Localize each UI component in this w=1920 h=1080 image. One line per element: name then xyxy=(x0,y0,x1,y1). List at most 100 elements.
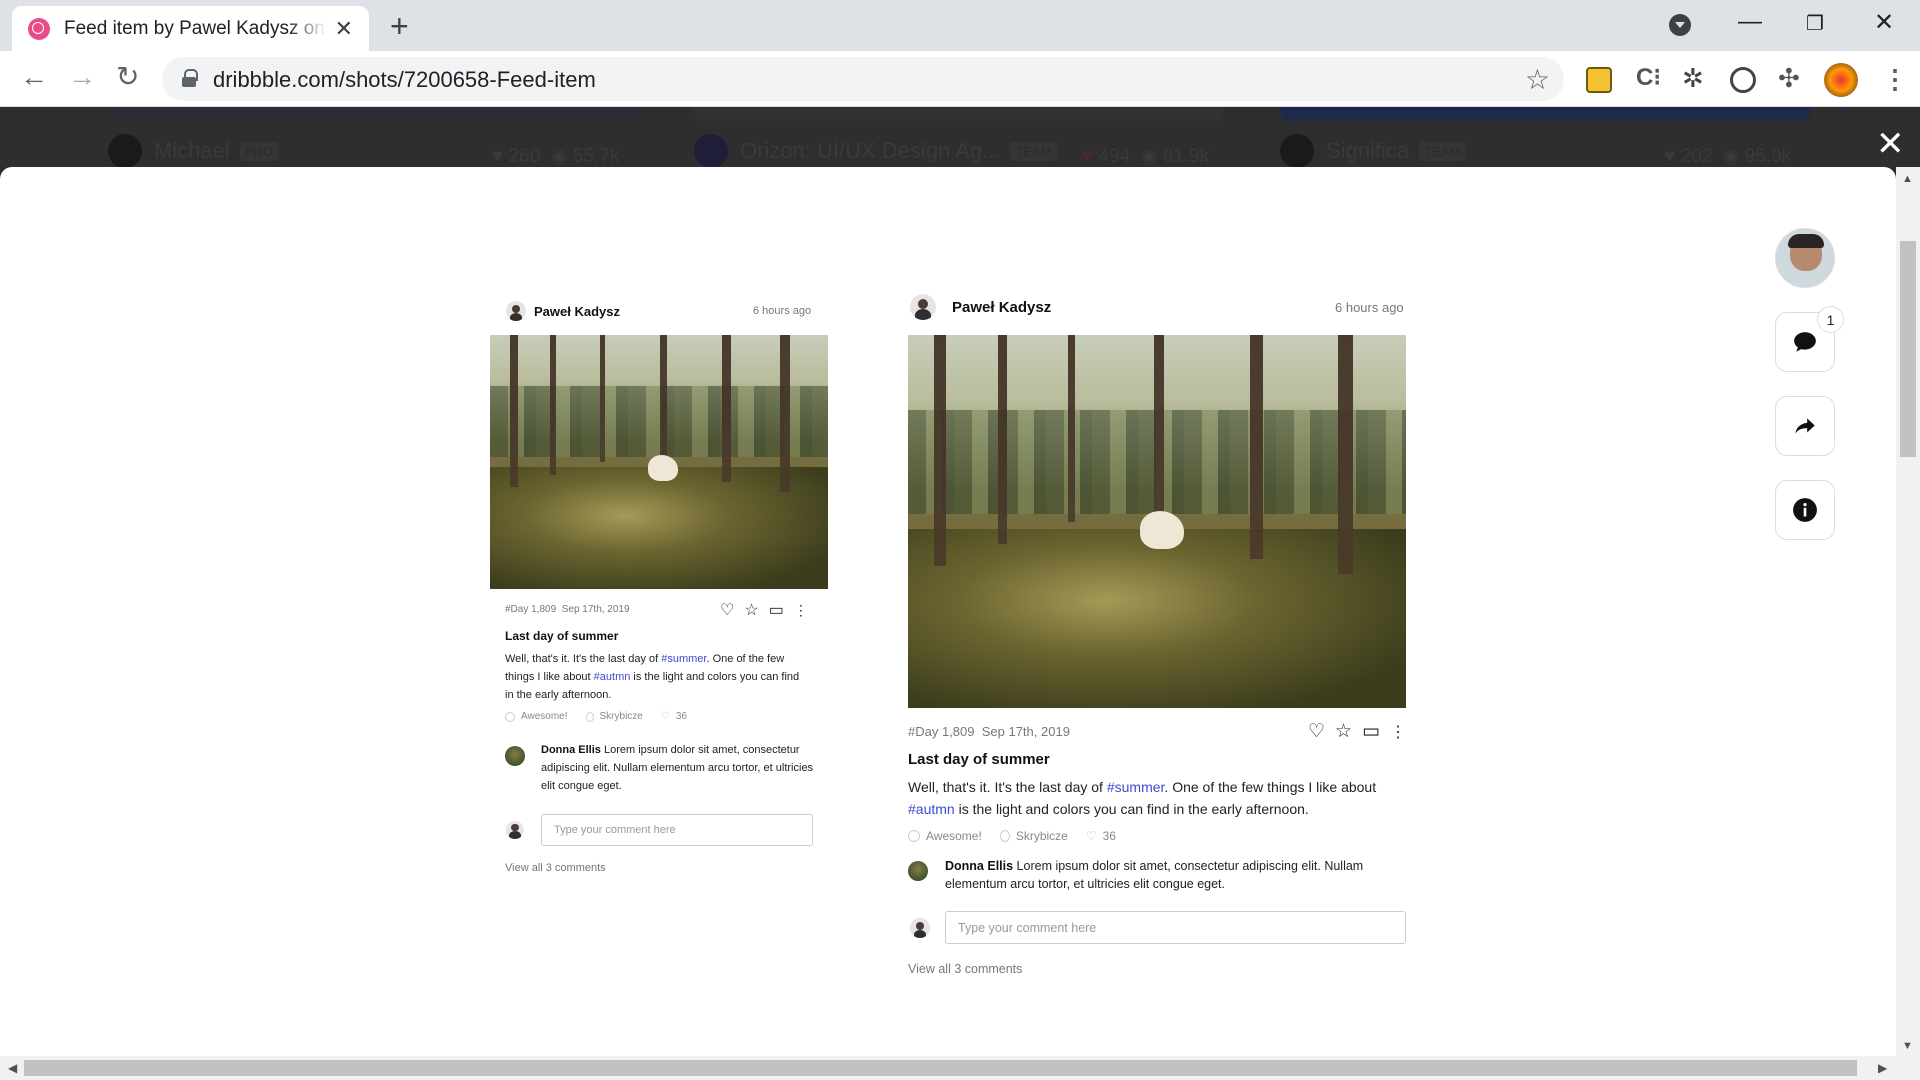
post-stats: Awesome! Skrybicze ♡ 36 xyxy=(908,829,1134,843)
extensions-puzzle-icon[interactable]: ✣ xyxy=(1778,63,1804,93)
post-stats: Awesome! Skrybicze ♡ 36 xyxy=(505,711,705,722)
browser-toolbar: ← → ↻ dribbble.com/shots/7200658-Feed-it… xyxy=(0,51,1920,107)
share-arrow-icon xyxy=(1795,418,1815,434)
bookmark-star-icon[interactable]: ☆ xyxy=(1525,63,1550,96)
commenter-avatar xyxy=(505,746,525,766)
post-time: 6 hours ago xyxy=(1335,300,1404,315)
scroll-up-arrow-icon[interactable]: ▲ xyxy=(1902,173,1913,185)
browser-tab[interactable]: Feed item by Pawel Kadysz on Dribbble ✕ xyxy=(12,6,369,51)
info-button[interactable] xyxy=(1775,480,1835,540)
comment-placeholder: Type your comment here xyxy=(958,920,1097,935)
author-name: Michael xyxy=(154,138,230,163)
more-options-icon[interactable]: ⋮ xyxy=(1390,722,1406,742)
feeling-label: Awesome! xyxy=(926,829,982,843)
forward-icon[interactable]: → xyxy=(68,63,96,91)
address-bar[interactable]: dribbble.com/shots/7200658-Feed-item ☆ xyxy=(162,57,1564,101)
views-count: 55.7k xyxy=(572,146,620,167)
avatar xyxy=(1280,134,1314,167)
commenter-avatar xyxy=(908,861,928,881)
pro-badge: PRO xyxy=(239,141,278,161)
like-heart-icon[interactable]: ♡ xyxy=(1308,720,1325,743)
comment: Donna Ellis Lorem ipsum dolor sit amet, … xyxy=(945,857,1405,893)
save-folder-icon[interactable]: ▭ xyxy=(769,600,784,620)
location-pin-icon xyxy=(999,830,1010,842)
day-counter: #Day 1,809 xyxy=(505,604,557,615)
extension-folder-icon[interactable] xyxy=(1586,67,1612,93)
background-shot-stats: ♥ 260 ◉ 55.7k xyxy=(492,146,620,167)
hashtag-link[interactable]: #summer xyxy=(661,653,706,665)
likes-count: 36 xyxy=(675,711,687,722)
extension-c-icon[interactable]: C⁝ xyxy=(1636,63,1662,91)
comment-input[interactable]: Type your comment here xyxy=(945,911,1406,944)
hashtag-link[interactable]: #autmn xyxy=(594,671,631,683)
browser-menu-icon[interactable]: ⋮ xyxy=(1882,64,1908,95)
save-folder-icon[interactable]: ▭ xyxy=(1362,720,1380,743)
current-user-avatar xyxy=(506,821,524,839)
smile-icon xyxy=(505,711,515,722)
back-icon[interactable]: ← xyxy=(20,63,48,91)
url-text: dribbble.com/shots/7200658-Feed-item xyxy=(213,67,596,92)
hashtag-link[interactable]: #autmn xyxy=(908,801,955,817)
comment-input[interactable]: Type your comment here xyxy=(541,814,813,846)
post-actions: ♡ ☆ ▭ ⋮ xyxy=(1308,720,1406,743)
more-options-icon[interactable]: ⋮ xyxy=(794,602,808,619)
comment-bubble-icon xyxy=(1794,332,1816,352)
view-all-comments-link[interactable]: View all 3 comments xyxy=(505,862,606,874)
background-shot-stats: ♥ 202 ◉ 95.9k xyxy=(1664,146,1792,167)
close-modal-icon[interactable]: ✕ xyxy=(1876,124,1905,164)
info-icon xyxy=(1793,498,1817,522)
background-shot-author[interactable]: Orizon: UI/UX Design Ag... TEAM xyxy=(694,134,1057,167)
vertical-scrollbar[interactable]: ▲ ▼ xyxy=(1896,167,1920,1056)
horizontal-scroll-thumb[interactable] xyxy=(24,1060,1857,1076)
background-shot-thumb xyxy=(694,107,1224,121)
tab-search-icon[interactable] xyxy=(1669,14,1691,36)
commenter-name: Donna Ellis xyxy=(541,744,601,756)
horizontal-scrollbar[interactable]: ◀ ▶ xyxy=(0,1056,1920,1080)
extension-block-icon[interactable] xyxy=(1730,67,1756,93)
likes-heart-icon: ♡ xyxy=(1085,829,1097,843)
profile-avatar-icon[interactable] xyxy=(1824,63,1858,97)
comment: Donna Ellis Lorem ipsum dolor sit amet, … xyxy=(541,741,821,795)
feed-item-large: Paweł Kadysz 6 hours ago #Day 1,809 Sep … xyxy=(908,292,1408,1012)
location-pin-icon xyxy=(585,711,594,722)
comment-placeholder: Type your comment here xyxy=(554,824,676,836)
commenter-name: Donna Ellis xyxy=(945,859,1014,873)
new-tab-icon[interactable]: + xyxy=(390,8,409,45)
post-actions: ♡ ☆ ▭ ⋮ xyxy=(720,600,808,620)
extension-bug-icon[interactable]: ✲ xyxy=(1682,63,1708,93)
scroll-right-arrow-icon[interactable]: ▶ xyxy=(1878,1061,1887,1075)
post-title: Last day of summer xyxy=(505,629,619,643)
smile-icon xyxy=(908,830,920,842)
background-shot-author[interactable]: Significa TEAM xyxy=(1280,134,1466,167)
post-body: Well, that's it. It's the last day of #s… xyxy=(505,653,800,701)
dribbble-favicon-icon xyxy=(28,17,50,40)
post-date: Sep 17th, 2019 xyxy=(981,724,1070,739)
share-button[interactable] xyxy=(1775,396,1835,456)
post-body: Well, that's it. It's the last day of #s… xyxy=(908,779,1377,817)
hashtag-link[interactable]: #summer xyxy=(1107,779,1165,795)
team-badge: TEAM xyxy=(1010,141,1057,161)
vertical-scroll-thumb[interactable] xyxy=(1900,241,1916,457)
reload-icon[interactable]: ↻ xyxy=(116,63,139,91)
restore-icon[interactable]: ❐ xyxy=(1806,11,1824,36)
favorite-star-icon[interactable]: ☆ xyxy=(1335,720,1352,743)
close-tab-icon[interactable]: ✕ xyxy=(335,16,353,42)
close-window-icon[interactable]: ✕ xyxy=(1874,8,1894,37)
likes-heart-icon: ♡ xyxy=(660,711,670,722)
background-shot-author[interactable]: Michael PRO xyxy=(108,134,278,167)
designer-avatar[interactable] xyxy=(1775,228,1835,288)
minimize-icon[interactable]: — xyxy=(1738,8,1762,36)
views-count: 95.9k xyxy=(1744,146,1792,167)
post-time: 6 hours ago xyxy=(753,305,812,317)
comment-count-badge: 1 xyxy=(1817,306,1844,333)
like-heart-icon[interactable]: ♡ xyxy=(720,600,734,620)
scroll-left-arrow-icon[interactable]: ◀ xyxy=(8,1061,17,1075)
favorite-star-icon[interactable]: ☆ xyxy=(744,600,758,620)
team-badge: TEAM xyxy=(1419,141,1466,161)
view-all-comments-link[interactable]: View all 3 comments xyxy=(908,962,1022,976)
author-avatar xyxy=(910,294,936,320)
day-counter: #Day 1,809 xyxy=(908,724,975,739)
current-user-avatar xyxy=(910,918,930,938)
likes-count: 36 xyxy=(1102,829,1116,843)
scroll-down-arrow-icon[interactable]: ▼ xyxy=(1902,1040,1913,1052)
